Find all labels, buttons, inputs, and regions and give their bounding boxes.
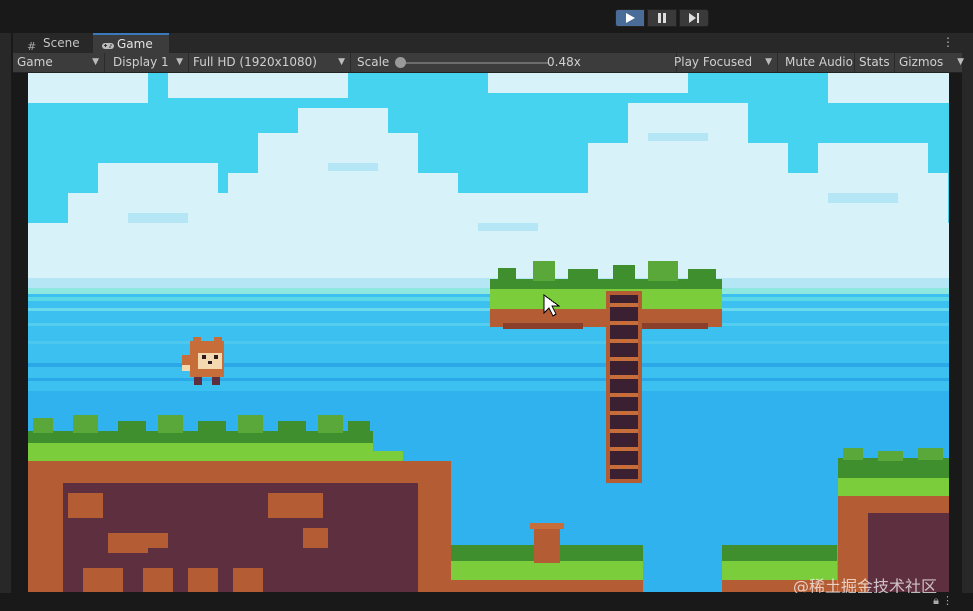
game-view-toolbar: Game ▼ Display 1 ▼ Full HD (1920x1080) ▼… [13,53,964,73]
resolution-select[interactable]: Full HD (1920x1080) ▼ [189,53,351,72]
gizmos-label: Gizmos [899,55,944,69]
gizmos-toggle[interactable]: Gizmos ▼ [895,53,964,72]
stats-toggle[interactable]: Stats [855,53,895,72]
view-tab-bar: # Scene Game ⋮ [13,33,962,53]
chevron-down-icon: ▼ [92,57,99,67]
right-cliff [838,448,949,592]
play-mode-select-value: Play Focused [674,55,753,69]
scale-label: Scale [357,55,390,69]
step-button[interactable] [679,9,709,27]
scale-slider-track[interactable] [400,62,548,64]
chevron-down-icon: ▼ [765,57,772,67]
tab-scene-label: Scene [43,36,80,50]
display-select[interactable]: Display 1 ▼ [109,53,189,72]
scale-slider-handle[interactable] [395,57,406,68]
pause-icon [658,13,666,23]
tab-game-label: Game [117,37,153,51]
chevron-down-icon: ▼ [176,57,183,67]
play-icon [626,13,635,23]
lock-icon[interactable]: 🔒︎ [933,594,939,608]
resolution-select-value: Full HD (1920x1080) [193,55,317,69]
play-toolbar [0,3,973,31]
tab-game[interactable]: Game [93,33,169,53]
play-button[interactable] [615,9,645,27]
chevron-down-icon: ▼ [338,57,345,67]
game-viewport[interactable] [28,73,949,592]
game-view-select[interactable]: Game ▼ [13,53,105,72]
more-options-icon[interactable]: ⋮ [942,35,954,49]
game-view-select-value: Game [17,55,53,69]
display-select-value: Display 1 [113,55,169,69]
game-scene [28,73,949,592]
status-bar: 🔒︎ ⋮ [0,593,973,611]
left-side-panel [0,33,12,593]
ladder [606,291,642,483]
tab-scene[interactable]: # Scene [19,33,91,53]
more-options-icon[interactable]: ⋮ [942,594,953,607]
chevron-down-icon: ▼ [957,57,964,67]
play-mode-select[interactable]: Play Focused ▼ [670,53,778,72]
step-icon [689,13,699,23]
right-side-panel [962,33,973,593]
scale-value-text: 0.48x [547,55,581,69]
mute-audio-toggle[interactable]: Mute Audio [781,53,855,72]
pause-button[interactable] [647,9,677,27]
scale-value: 0.48x [547,53,677,72]
unity-editor-window: # Scene Game ⋮ Game ▼ Display 1 ▼ Full H… [0,0,973,611]
